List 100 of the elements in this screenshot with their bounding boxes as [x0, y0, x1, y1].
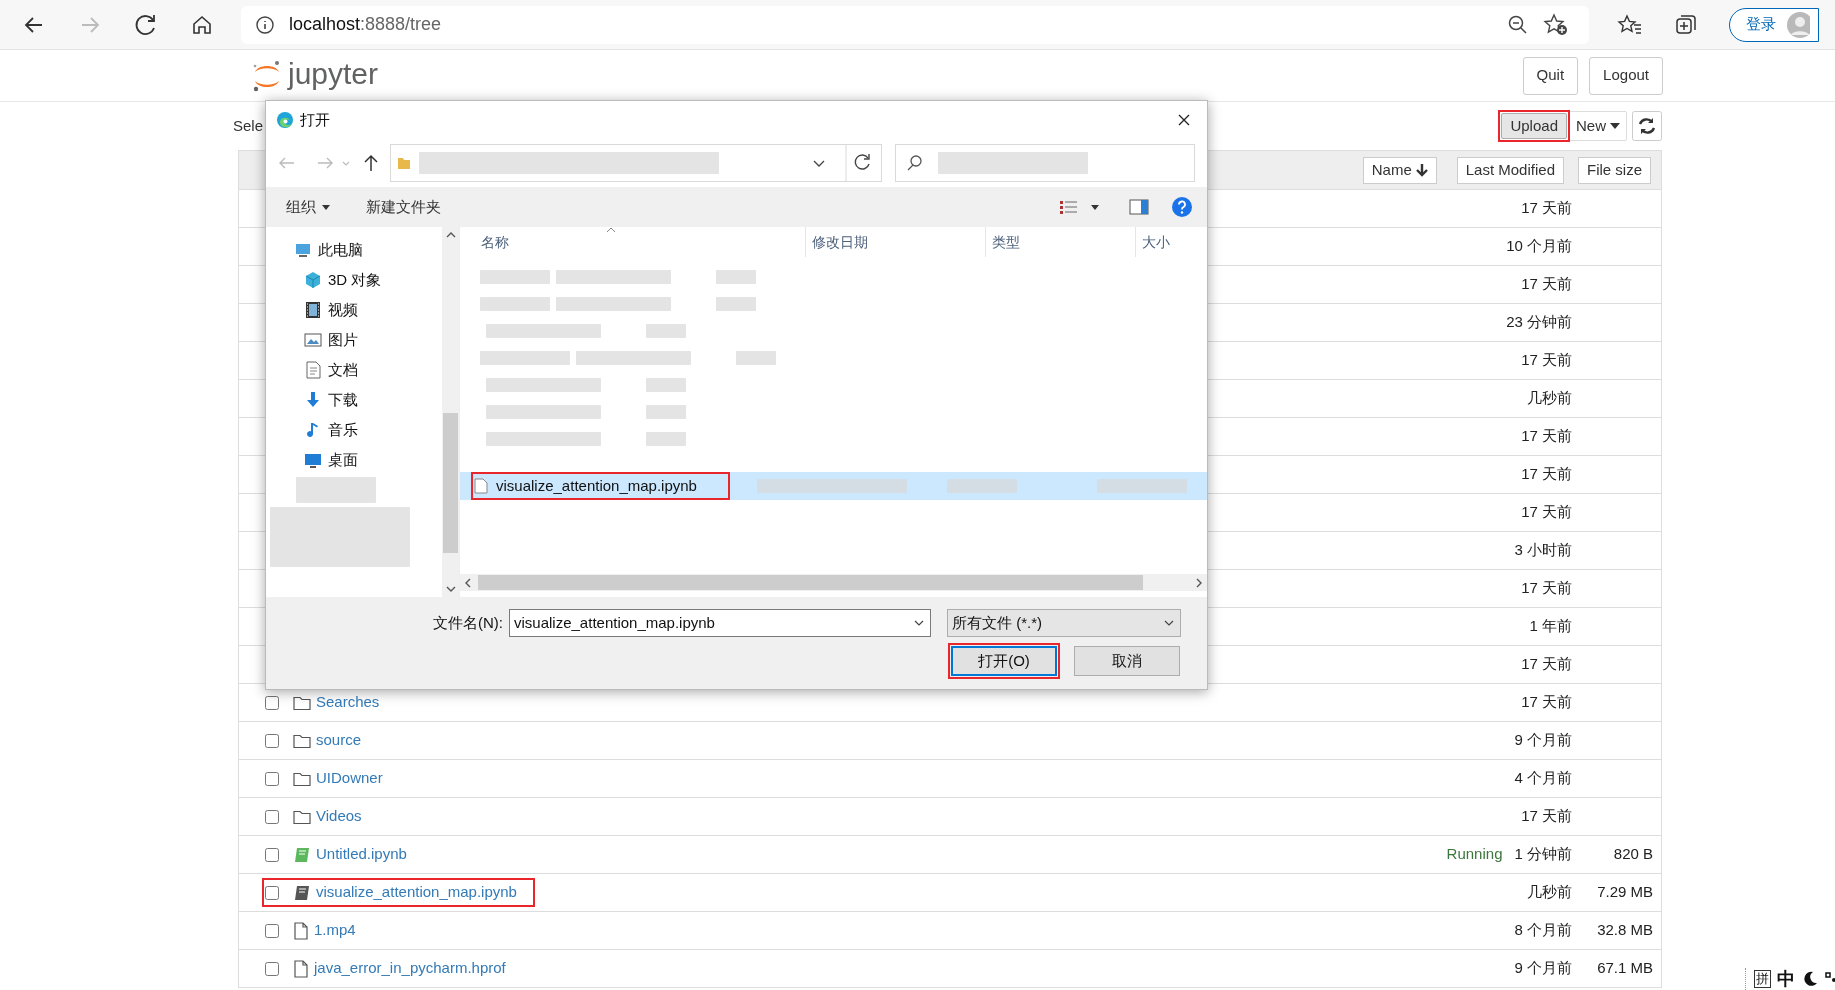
toolbar-menu-button[interactable]: 组织 [286, 195, 330, 219]
refresh-icon[interactable] [1632, 111, 1662, 141]
row-checkbox[interactable] [265, 923, 279, 938]
sort-button[interactable]: Name [1362, 156, 1437, 184]
blurred-area [716, 269, 756, 284]
notebook-icon [293, 884, 311, 901]
down-arrow-icon [1415, 163, 1428, 177]
file-icon [474, 478, 488, 494]
image-icon [304, 331, 322, 349]
blurred-area [480, 296, 550, 311]
nav-item[interactable]: 桌面 [266, 445, 442, 475]
file-link[interactable]: visualize_attention_map.ipynb [316, 881, 517, 904]
row-checkbox[interactable] [265, 885, 279, 900]
row-checkbox[interactable] [265, 771, 279, 786]
file-icon [293, 959, 309, 978]
file-type-dropdown[interactable]: 所有文件 (*.*) [947, 609, 1181, 637]
modified-time: 10 个月前 [1506, 236, 1572, 257]
preview-pane-icon[interactable] [1129, 199, 1149, 215]
zoom-out-icon[interactable] [1507, 13, 1529, 36]
modified-time: 17 天前 [1521, 350, 1572, 371]
folder-icon [293, 808, 311, 825]
nav-item[interactable]: 此电脑 [266, 235, 442, 265]
kernel-status-label: Running [1446, 844, 1503, 865]
dialog-title: 打开 [300, 109, 330, 130]
nav-item[interactable]: 图片 [266, 325, 442, 355]
row-checkbox[interactable] [265, 809, 279, 824]
file-link[interactable]: Searches [316, 691, 380, 714]
search-field[interactable] [895, 144, 1195, 182]
input-mode-indicator[interactable]: 拼 [1754, 970, 1771, 988]
file-link[interactable]: 1.mp4 [314, 919, 356, 942]
sign-in-button[interactable]: 登录 [1729, 7, 1819, 42]
file-link[interactable]: java_error_in_pycharm.hprof [314, 957, 506, 980]
nav-item[interactable]: 视频 [266, 295, 442, 325]
caret-icon [1610, 123, 1620, 129]
row-checkbox[interactable] [265, 961, 279, 976]
scrollbar[interactable] [460, 574, 1207, 591]
quit-button[interactable]: Quit [1522, 56, 1579, 95]
new-dropdown-button[interactable]: New [1569, 111, 1627, 141]
file-name-field[interactable]: visualize_attention_map.ipynb [509, 609, 931, 637]
toolbar-menu-button[interactable]: 新建文件夹 [366, 195, 441, 219]
modified-time: 17 天前 [1521, 692, 1572, 713]
blurred-area [946, 479, 1017, 493]
column-header[interactable]: 类型 [992, 231, 1020, 253]
computer-icon [294, 241, 312, 259]
file-type-label: 所有文件 (*.*) [952, 612, 1043, 633]
caret-icon[interactable] [1091, 204, 1099, 210]
modified-time: 9 个月前 [1514, 958, 1572, 979]
help-icon[interactable] [1171, 196, 1193, 218]
add-favorite-icon[interactable] [1543, 12, 1569, 37]
search-icon [906, 154, 924, 172]
column-header[interactable]: 名称 [481, 231, 509, 253]
avatar-icon [1786, 10, 1810, 39]
path-field[interactable] [390, 144, 882, 182]
selected-file-row[interactable]: visualize_attention_map.ipynb [460, 472, 1207, 500]
moon-icon[interactable] [1801, 970, 1819, 988]
logout-button[interactable]: Logout [1589, 56, 1663, 95]
row-checkbox[interactable] [265, 847, 279, 862]
file-link[interactable]: Untitled.ipynb [316, 843, 407, 866]
file-link[interactable]: UIDowner [316, 767, 383, 790]
cancel-button[interactable]: 取消 [1074, 646, 1180, 676]
file-link[interactable]: Videos [316, 805, 362, 828]
nav-item[interactable]: 文档 [266, 355, 442, 385]
file-link[interactable]: source [316, 729, 362, 752]
cube-icon [304, 271, 322, 289]
favorites-icon[interactable] [1617, 12, 1643, 37]
info-icon [255, 14, 275, 35]
column-header[interactable]: 修改日期 [812, 231, 868, 253]
sort-button[interactable]: Last Modified [1456, 156, 1564, 184]
nav-item[interactable]: 3D 对象 [266, 265, 442, 295]
modified-time: 17 天前 [1521, 426, 1572, 447]
view-options-icon[interactable] [1059, 199, 1079, 215]
file-size: 32.8 MB [1597, 921, 1653, 939]
modified-time: 8 个月前 [1514, 920, 1572, 941]
sort-caret-icon [606, 227, 616, 233]
nav-item[interactable]: 音乐 [266, 415, 442, 445]
column-header[interactable]: 大小 [1142, 231, 1170, 253]
modified-time: 17 天前 [1521, 198, 1572, 219]
select-label: Sele [233, 115, 264, 136]
blurred-area [646, 377, 686, 392]
row-checkbox[interactable] [265, 733, 279, 748]
upload-button[interactable]: Upload [1501, 113, 1567, 139]
file-name-label: 文件名(N): [433, 612, 503, 633]
url-host: localhost [289, 14, 361, 34]
row-checkbox[interactable] [265, 695, 279, 710]
sign-in-label: 登录 [1746, 14, 1776, 35]
notebook-icon [293, 846, 311, 863]
download-icon [304, 391, 322, 409]
modified-time: 几秒前 [1527, 388, 1572, 409]
modified-time: 4 个月前 [1514, 768, 1572, 789]
language-indicator[interactable]: 中 [1777, 965, 1795, 990]
open-button[interactable]: 打开(O) [951, 646, 1057, 676]
file-size: 7.29 MB [1597, 883, 1653, 901]
address-bar[interactable]: localhost:8888/tree [241, 5, 1589, 44]
nav-item[interactable]: 下载 [266, 385, 442, 415]
folder-icon [397, 156, 411, 170]
modified-time: 17 天前 [1521, 274, 1572, 295]
sort-button[interactable]: File size [1578, 156, 1651, 184]
browser-logo-icon [276, 111, 294, 129]
modified-time: 17 天前 [1521, 502, 1572, 523]
file-size: 67.1 MB [1597, 959, 1653, 977]
